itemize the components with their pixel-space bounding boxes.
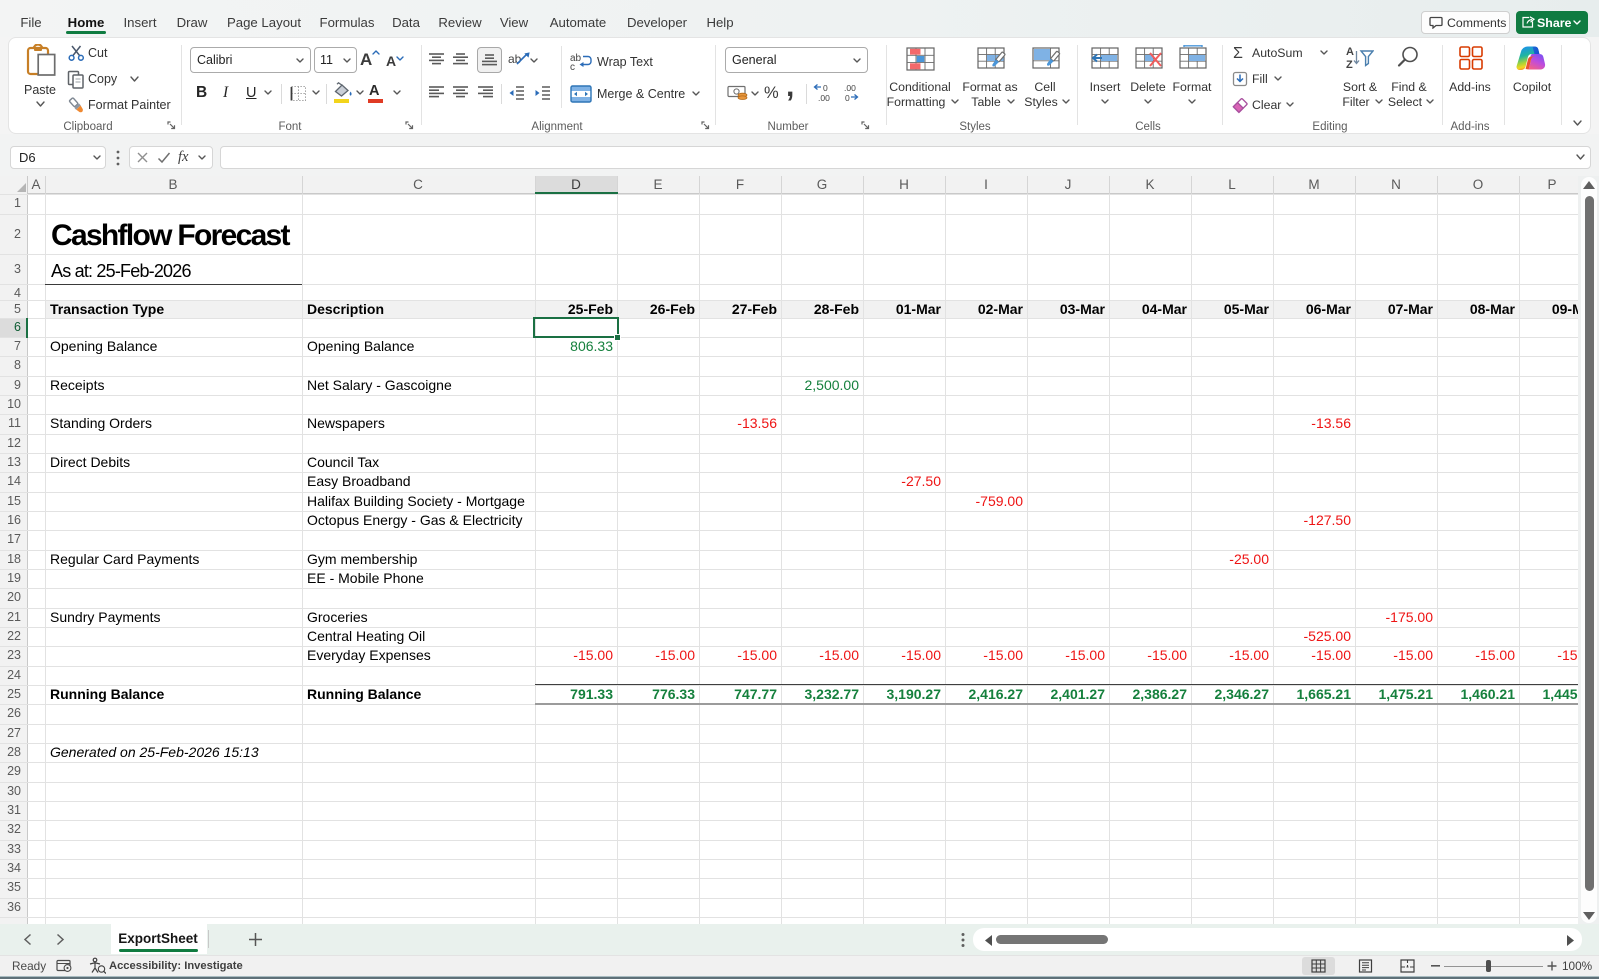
svg-text:c: c <box>570 62 575 70</box>
svg-text:Z: Z <box>1346 59 1353 71</box>
svg-text:A: A <box>1346 46 1354 58</box>
